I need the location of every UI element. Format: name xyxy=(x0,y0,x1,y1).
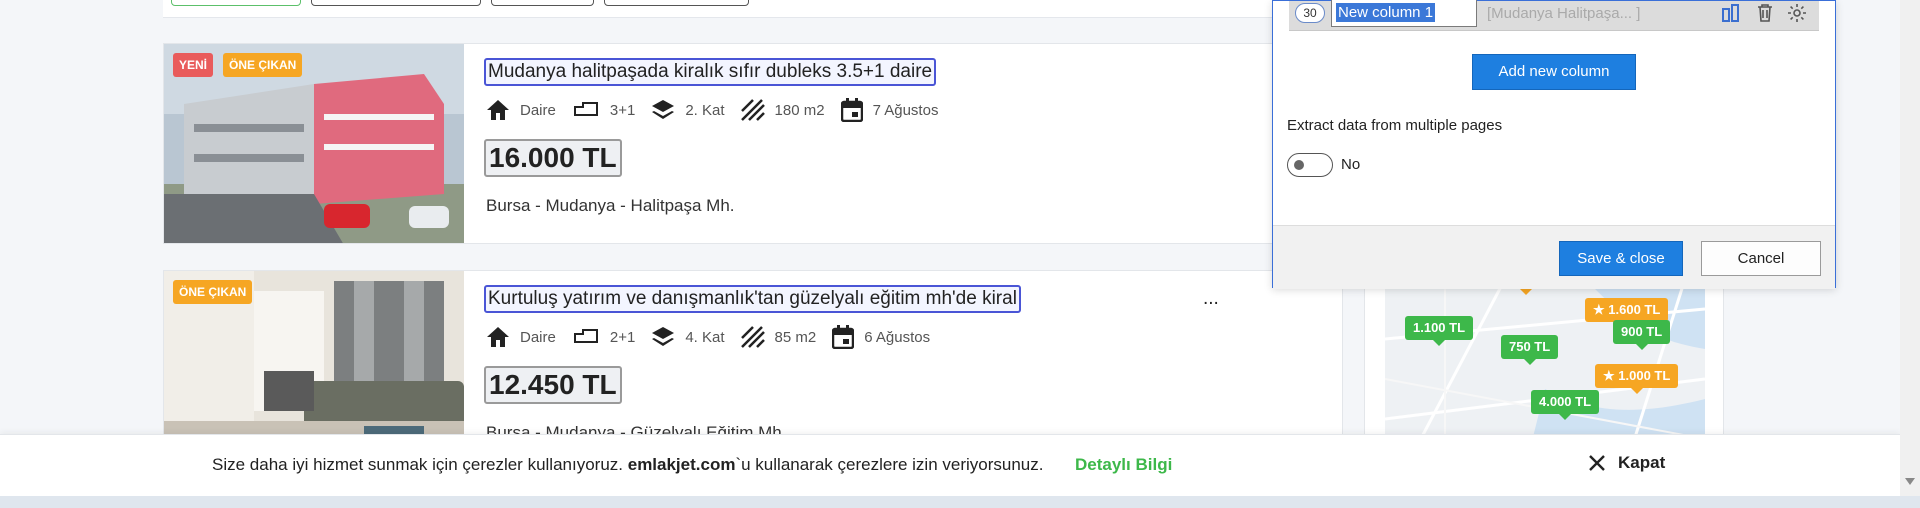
listing-title-ellipsis: ... xyxy=(1203,288,1219,309)
calendar-icon xyxy=(840,98,863,122)
home-icon xyxy=(487,327,509,347)
map-pin[interactable]: 750 TL xyxy=(1501,335,1559,365)
meta-rooms: 3+1 xyxy=(572,100,635,120)
sofa-icon xyxy=(573,102,598,116)
cookie-close-button[interactable]: Kapat xyxy=(1588,453,1665,473)
trash-icon[interactable] xyxy=(1755,3,1775,23)
cookie-banner: Size daha iyi hizmet sunmak için çerezle… xyxy=(0,434,1900,496)
listing-meta: Daire 2+1 4. Kat 85 m2 6 Ağustos xyxy=(486,325,946,349)
home-icon xyxy=(487,100,509,120)
listing-photo[interactable]: ÖNE ÇIKAN xyxy=(164,271,464,449)
dialog-footer: Save & close Cancel xyxy=(1273,225,1835,289)
filter-chip[interactable] xyxy=(311,0,481,6)
map-pin-label: 4.000 TL xyxy=(1539,394,1592,409)
map-pin-label: 900 TL xyxy=(1621,324,1663,339)
scroll-down-arrow-icon[interactable] xyxy=(1905,478,1915,485)
map-pin-label: 1.600 TL xyxy=(1608,302,1661,317)
meta-area-label: 85 m2 xyxy=(774,328,817,346)
badge-new: YENİ xyxy=(173,53,214,77)
meta-area: 180 m2 xyxy=(740,99,825,121)
meta-rooms-label: 3+1 xyxy=(609,101,636,119)
listing-price: 12.450 TL xyxy=(484,366,622,404)
meta-date: 7 Ağustos xyxy=(840,98,939,122)
column-count-badge: 30 xyxy=(1295,3,1325,23)
sofa-icon xyxy=(573,329,598,343)
map-pin[interactable]: 1.100 TL xyxy=(1405,316,1474,346)
meta-area: 85 m2 xyxy=(740,326,817,348)
layers-icon xyxy=(652,327,675,346)
column-row[interactable]: 30 New column 1 [Mudanya Halitpaşa... ] xyxy=(1289,0,1819,31)
cookie-text-after: `u kullanarak çerezlere izin veriyorsunu… xyxy=(735,455,1044,474)
cookie-message: Size daha iyi hizmet sunmak için çerezle… xyxy=(212,455,1044,475)
cookie-brand: emlakjet.com xyxy=(627,455,736,474)
cookie-close-label: Kapat xyxy=(1618,453,1666,472)
meta-type-label: Daire xyxy=(520,328,556,346)
gear-icon[interactable] xyxy=(1787,3,1807,23)
map-pin[interactable]: 900 TL xyxy=(1613,320,1671,350)
scrollbar[interactable] xyxy=(1900,0,1920,496)
listing-title[interactable]: Mudanya halitpaşada kiralık sıfır dublek… xyxy=(484,58,937,86)
cookie-text-before: Size daha iyi hizmet sunmak için çerezle… xyxy=(212,455,628,474)
map-pin[interactable]: ★ 1.600 TL xyxy=(1585,298,1669,328)
filter-chip[interactable] xyxy=(171,0,301,6)
meta-floor: 2. Kat xyxy=(651,99,725,121)
map-pin[interactable]: ★ 1.000 TL xyxy=(1595,364,1679,394)
map-pin[interactable]: 4.000 TL xyxy=(1531,390,1600,420)
meta-date-label: 6 Ağustos xyxy=(864,328,931,346)
column-name-value: New column 1 xyxy=(1336,3,1436,22)
area-icon xyxy=(740,99,765,121)
meta-type: Daire xyxy=(486,99,556,121)
star-icon: ★ xyxy=(1593,302,1605,317)
filter-chip[interactable] xyxy=(491,0,594,6)
dialog-body: 30 New column 1 [Mudanya Halitpaşa... ] … xyxy=(1273,0,1835,225)
listing-card[interactable]: YENİ ÖNE ÇIKAN Mudanya halitpaşada kiral… xyxy=(163,43,1343,244)
map-pin-label: 1.000 TL xyxy=(1618,368,1671,383)
map-pin-label: 1.100 TL xyxy=(1413,320,1466,335)
multi-page-toggle-label: No xyxy=(1341,156,1361,173)
add-column-button[interactable]: Add new column xyxy=(1472,54,1636,90)
save-close-button[interactable]: Save & close xyxy=(1559,241,1683,276)
badge-featured: ÖNE ÇIKAN xyxy=(173,280,253,304)
meta-date-label: 7 Ağustos xyxy=(872,101,939,119)
toggle-knob xyxy=(1294,160,1304,170)
multi-page-toggle[interactable] xyxy=(1287,153,1333,177)
area-icon xyxy=(740,326,765,348)
select-element-icon[interactable] xyxy=(1721,3,1741,23)
listing-title[interactable]: Kurtuluş yatırım ve danışmanlık'tan güze… xyxy=(484,285,1021,313)
listing-price: 16.000 TL xyxy=(484,139,622,177)
calendar-icon xyxy=(832,325,855,349)
meta-rooms-label: 2+1 xyxy=(609,328,636,346)
column-name-input[interactable]: New column 1 xyxy=(1331,0,1477,27)
meta-floor-label: 4. Kat xyxy=(685,328,725,346)
listing-location: Bursa - Mudanya - Halitpaşa Mh. xyxy=(486,196,735,215)
listing-photo[interactable]: YENİ ÖNE ÇIKAN xyxy=(164,44,464,243)
meta-type-label: Daire xyxy=(520,101,556,119)
layers-icon xyxy=(652,100,675,119)
bottom-strip xyxy=(0,496,1920,508)
column-editor-dialog: 30 New column 1 [Mudanya Halitpaşa... ] … xyxy=(1272,0,1836,289)
meta-type: Daire xyxy=(486,326,556,348)
meta-rooms: 2+1 xyxy=(572,327,635,347)
column-preview: [Mudanya Halitpaşa... ] xyxy=(1487,5,1641,22)
map-pin-label: 750 TL xyxy=(1509,339,1551,354)
badge-featured: ÖNE ÇIKAN xyxy=(223,53,303,77)
meta-date: 6 Ağustos xyxy=(832,325,930,349)
close-icon xyxy=(1589,455,1605,471)
meta-area-label: 180 m2 xyxy=(774,101,825,119)
listing-meta: Daire 3+1 2. Kat 180 m2 7 Ağustos xyxy=(486,98,954,122)
multi-page-label: Extract data from multiple pages xyxy=(1287,117,1503,134)
star-icon: ★ xyxy=(1603,368,1615,383)
meta-floor-label: 2. Kat xyxy=(685,101,725,119)
filter-chip[interactable] xyxy=(604,0,749,6)
cookie-details-link[interactable]: Detaylı Bilgi xyxy=(1075,455,1172,475)
meta-floor: 4. Kat xyxy=(651,326,725,348)
cancel-button[interactable]: Cancel xyxy=(1701,241,1821,276)
listing-card[interactable]: ÖNE ÇIKAN Kurtuluş yatırım ve danışmanlı… xyxy=(163,270,1343,450)
